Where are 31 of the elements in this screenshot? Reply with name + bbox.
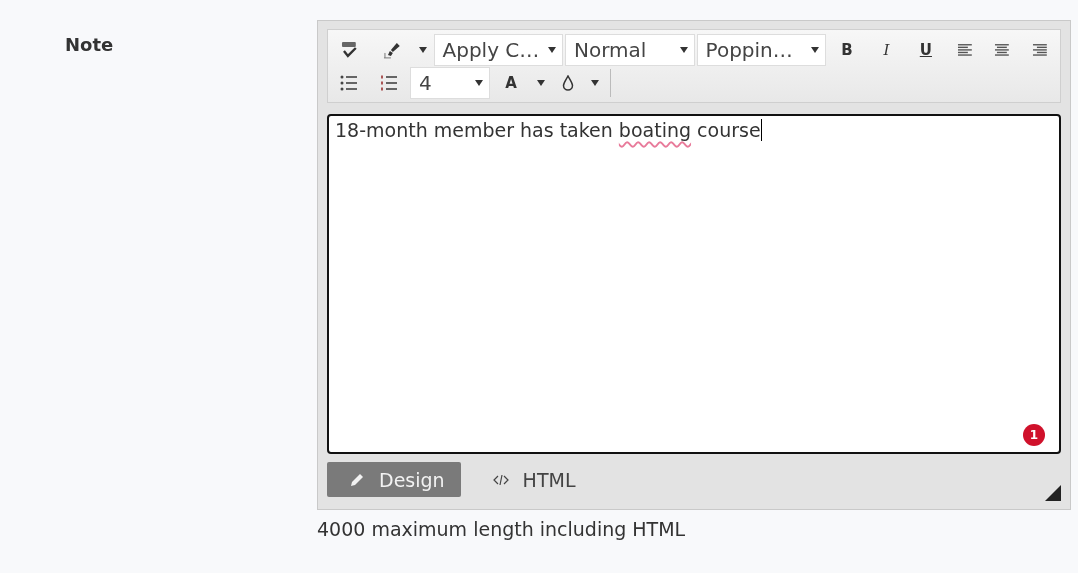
caret-icon <box>548 46 557 53</box>
format-button[interactable]: I <box>867 35 906 64</box>
dropdown[interactable]: Apply C… <box>433 33 564 66</box>
align-left-icon[interactable] <box>956 42 973 57</box>
dropdown[interactable]: 4 <box>410 66 490 99</box>
format-button[interactable]: U <box>907 35 945 64</box>
caret-icon <box>591 79 599 86</box>
resize-handle-icon[interactable] <box>1045 485 1061 501</box>
numbered-list-icon[interactable] <box>380 74 398 91</box>
code-icon <box>492 473 509 486</box>
format-button[interactable]: B <box>828 35 866 64</box>
mode-tab[interactable]: HTML <box>484 462 592 497</box>
dropdown[interactable]: Normal <box>565 33 695 66</box>
hint-text: 4000 maximum length including HTML <box>317 518 687 540</box>
align-center-icon[interactable] <box>994 42 1011 57</box>
format-button[interactable]: A <box>492 68 530 97</box>
drop-icon[interactable] <box>562 74 574 91</box>
text-area[interactable]: 18-month member has taken boating course 1 <box>327 114 1061 454</box>
mode-tab[interactable]: Design <box>327 462 461 497</box>
bulleted-list-icon[interactable] <box>340 74 358 91</box>
field-label: Note <box>65 33 115 57</box>
caret-icon <box>811 46 820 53</box>
caret-icon <box>537 79 545 86</box>
issue-count-badge[interactable]: 1 <box>1023 424 1045 446</box>
caret-icon <box>679 46 688 53</box>
caret-icon <box>418 46 427 53</box>
align-right-icon[interactable] <box>1032 42 1049 57</box>
dropdown[interactable]: Poppin… <box>696 33 827 66</box>
note-text: 18-month member has taken boating course <box>334 118 763 143</box>
caret-icon <box>475 79 483 86</box>
pencil-icon <box>349 471 365 488</box>
